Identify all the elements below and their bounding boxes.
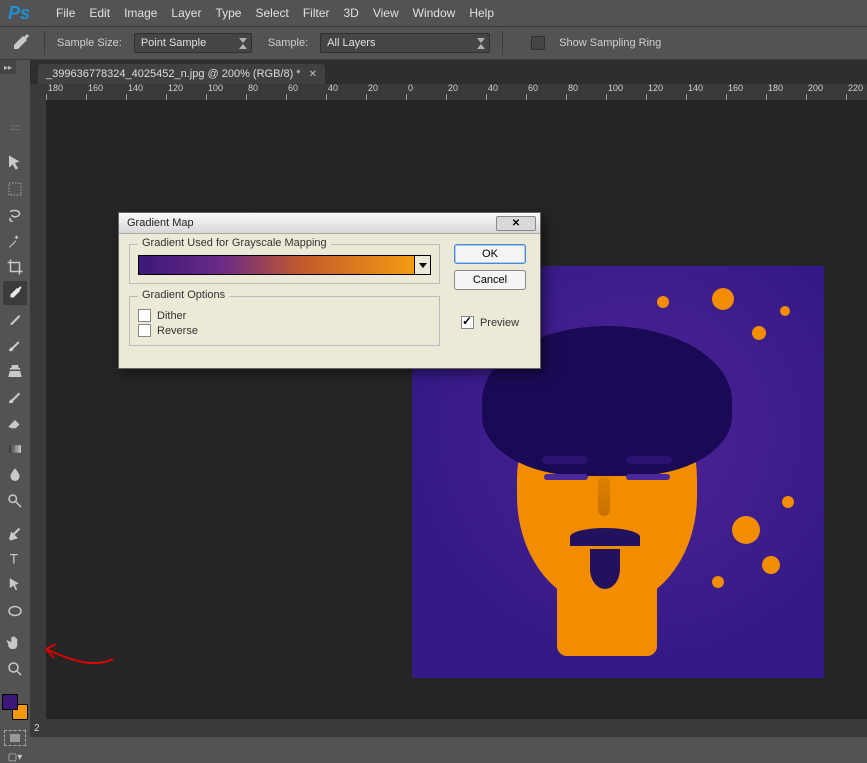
- dialog-title: Gradient Map: [127, 217, 194, 229]
- reverse-label: Reverse: [157, 325, 198, 337]
- ruler-horizontal[interactable]: 1801601401201008060402002040608010012014…: [46, 84, 867, 100]
- eyedropper-tool[interactable]: [3, 281, 27, 305]
- zoom-tool[interactable]: [3, 657, 27, 681]
- reverse-checkbox[interactable]: [138, 324, 151, 337]
- document-area: _399636778324_4025452_n.jpg @ 200% (RGB/…: [30, 60, 867, 737]
- marquee-tool[interactable]: [3, 177, 27, 201]
- document-tab[interactable]: _399636778324_4025452_n.jpg @ 200% (RGB/…: [38, 64, 325, 84]
- sample-label: Sample:: [268, 37, 308, 49]
- crop-tool[interactable]: [3, 255, 27, 279]
- brush-tool[interactable]: [3, 333, 27, 357]
- blur-tool[interactable]: [3, 463, 27, 487]
- sample-size-value: Point Sample: [141, 37, 206, 49]
- clone-stamp-tool[interactable]: [3, 359, 27, 383]
- color-swatches[interactable]: [2, 694, 28, 720]
- gradient-preview: [139, 256, 414, 274]
- chevron-down-icon: [477, 44, 485, 49]
- status-zoom[interactable]: 2: [34, 723, 40, 734]
- path-selection-tool[interactable]: [3, 573, 27, 597]
- sample-value: All Layers: [327, 37, 375, 49]
- eyedropper-tool-icon: [8, 31, 32, 55]
- preview-label: Preview: [480, 317, 519, 329]
- menu-view[interactable]: View: [373, 6, 399, 20]
- hand-tool[interactable]: [3, 631, 27, 655]
- move-tool[interactable]: [3, 151, 27, 175]
- show-sampling-ring-checkbox[interactable]: [531, 36, 545, 50]
- face-illustration: [502, 356, 712, 636]
- canvas[interactable]: [46, 100, 867, 719]
- ruler-vertical[interactable]: [30, 84, 46, 737]
- preview-checkbox[interactable]: [461, 316, 474, 329]
- magic-wand-tool[interactable]: [3, 229, 27, 253]
- document-tab-title: _399636778324_4025452_n.jpg @ 200% (RGB/…: [46, 68, 301, 80]
- sample-select[interactable]: All Layers: [320, 33, 490, 53]
- show-sampling-ring-label: Show Sampling Ring: [559, 37, 661, 49]
- dither-label: Dither: [157, 310, 186, 322]
- cancel-button[interactable]: Cancel: [454, 270, 526, 290]
- dither-checkbox[interactable]: [138, 309, 151, 322]
- separator: [502, 31, 503, 55]
- gradient-options-legend: Gradient Options: [138, 289, 229, 301]
- screen-mode-toggle[interactable]: ▢▾: [8, 752, 22, 763]
- type-tool[interactable]: T: [3, 547, 27, 571]
- chevron-down-icon: [239, 44, 247, 49]
- app-logo: Ps: [8, 3, 30, 24]
- gradient-map-dialog: Gradient Map ✕ Gradient Used for Graysca…: [118, 212, 541, 369]
- close-icon[interactable]: ✕: [309, 69, 317, 80]
- healing-brush-tool[interactable]: [3, 307, 27, 331]
- eraser-tool[interactable]: [3, 411, 27, 435]
- pen-tool[interactable]: [3, 521, 27, 545]
- foreground-color-swatch[interactable]: [2, 694, 18, 710]
- quick-mask-toggle[interactable]: [4, 730, 26, 746]
- menu-window[interactable]: Window: [413, 6, 456, 20]
- sample-size-select[interactable]: Point Sample: [134, 33, 252, 53]
- document-tab-bar: _399636778324_4025452_n.jpg @ 200% (RGB/…: [30, 60, 867, 84]
- gradient-options-fieldset: Gradient Options Dither Reverse: [129, 296, 440, 346]
- dodge-tool[interactable]: [3, 489, 27, 513]
- menu-3d[interactable]: 3D: [344, 6, 359, 20]
- menu-type[interactable]: Type: [215, 6, 241, 20]
- shape-tool[interactable]: [3, 599, 27, 623]
- menu-edit[interactable]: Edit: [89, 6, 110, 20]
- ok-button[interactable]: OK: [454, 244, 526, 264]
- chevron-up-icon: [477, 38, 485, 43]
- separator: [44, 31, 45, 55]
- toolbox-grip[interactable]: ::::: [0, 121, 30, 133]
- chevron-up-icon: [239, 38, 247, 43]
- gradient-tool[interactable]: [3, 437, 27, 461]
- close-button[interactable]: ✕: [496, 216, 536, 231]
- dialog-titlebar[interactable]: Gradient Map ✕: [119, 213, 540, 234]
- gradient-mapping-legend: Gradient Used for Grayscale Mapping: [138, 237, 331, 249]
- gradient-picker[interactable]: [138, 255, 431, 275]
- menu-help[interactable]: Help: [469, 6, 494, 20]
- svg-text:T: T: [10, 552, 18, 567]
- sample-size-label: Sample Size:: [57, 37, 122, 49]
- options-bar: Sample Size: Point Sample Sample: All La…: [0, 26, 867, 60]
- menu-filter[interactable]: Filter: [303, 6, 330, 20]
- lasso-tool[interactable]: [3, 203, 27, 227]
- toolbox-tab-strip[interactable]: ▸▸: [0, 60, 16, 74]
- menu-file[interactable]: File: [56, 6, 75, 20]
- gradient-mapping-fieldset: Gradient Used for Grayscale Mapping: [129, 244, 440, 284]
- menubar: Ps File Edit Image Layer Type Select Fil…: [0, 0, 867, 26]
- history-brush-tool[interactable]: [3, 385, 27, 409]
- toolbox: :::: T ▢▾: [0, 134, 30, 763]
- gradient-dropdown-button[interactable]: [414, 256, 430, 274]
- menu-layer[interactable]: Layer: [171, 6, 201, 20]
- status-bar: 2: [30, 719, 867, 737]
- chevron-down-icon: [419, 263, 427, 268]
- menu-select[interactable]: Select: [255, 6, 288, 20]
- menu-image[interactable]: Image: [124, 6, 157, 20]
